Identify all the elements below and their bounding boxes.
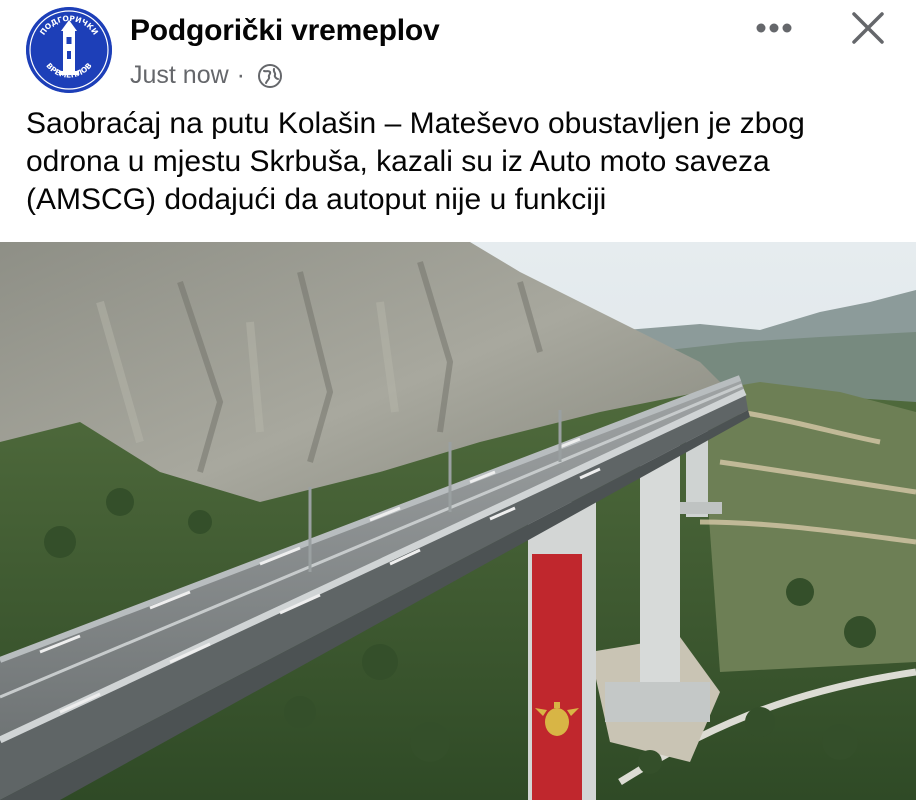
page-name[interactable]: Podgorički vremeplov — [130, 14, 440, 48]
more-options-icon — [756, 23, 792, 33]
post-header: ПОДГОРИЧКИ ВРЕМЕПЛОВ Podgorički vremeplo… — [0, 0, 916, 100]
close-button[interactable] — [846, 6, 890, 50]
meta-separator: · — [236, 61, 245, 89]
page-logo: ПОДГОРИЧКИ ВРЕМЕПЛОВ — [26, 7, 112, 93]
post-text: Saobraćaj na putu Kolašin – Mateševo obu… — [26, 107, 805, 216]
page-avatar[interactable]: ПОДГОРИЧКИ ВРЕМЕПЛОВ — [26, 7, 112, 93]
post-photo[interactable] — [0, 242, 916, 800]
post-meta: Just now · — [130, 61, 283, 90]
post-timestamp[interactable]: Just now — [130, 61, 229, 90]
globe-icon[interactable] — [257, 63, 283, 89]
more-options-button[interactable] — [752, 14, 796, 42]
flag-panel — [532, 554, 582, 800]
close-icon — [852, 12, 884, 44]
bridge-photo — [0, 242, 916, 800]
